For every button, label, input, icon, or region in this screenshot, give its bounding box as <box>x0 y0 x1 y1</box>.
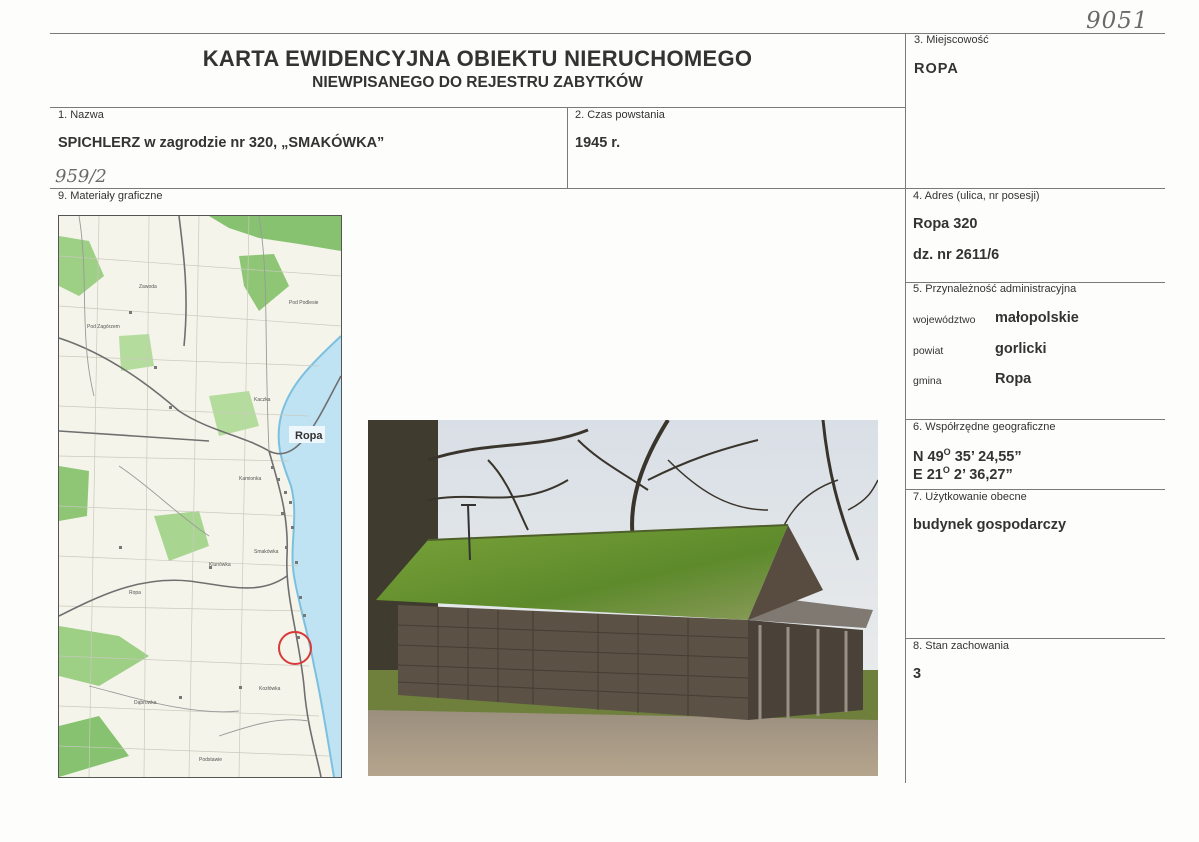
field-label-uzytkowanie: 7. Użytkowanie obecne <box>913 491 1027 503</box>
field-value-nazwa: SPICHLERZ w zagrodzie nr 320, „SMAKÓWKA” <box>58 135 385 151</box>
field-value-stan: 3 <box>913 666 922 682</box>
map-forest-area <box>119 334 154 371</box>
field-label-miejscowosc: 3. Miejscowość <box>914 34 989 46</box>
topographic-map-svg: Pod Zagórzem Pod Podlesie Kaczka Smakówk… <box>59 216 341 777</box>
rule-right-column <box>905 33 906 783</box>
map-place-label: Pod Podlesie <box>289 300 319 306</box>
map-place-label: Zawoda <box>139 284 157 290</box>
rule-name-date <box>567 107 568 188</box>
card-title: KARTA EWIDENCYJNA OBIEKTU NIERUCHOMEGO <box>202 46 753 71</box>
rule-5-6 <box>905 419 1165 420</box>
map-place-label: Podstawie <box>199 757 222 763</box>
field-label-stan: 8. Stan zachowania <box>913 640 1010 652</box>
coord-e: E 21O 2’ 36,27” <box>913 465 1013 483</box>
map-place-label: Kaczka <box>254 397 271 403</box>
photo-road <box>368 710 878 776</box>
field-value-czas: 1945 r. <box>575 135 621 151</box>
map-place-label: Pod Zagórzem <box>87 324 120 330</box>
map-place-label: Smakówka <box>254 549 279 555</box>
powiat-value: gorlicki <box>995 341 1047 357</box>
map-place-label: Kamionka <box>239 476 261 482</box>
map-place-label: Ropa <box>129 590 141 596</box>
map-place-label: Klunówka <box>209 562 231 568</box>
gmina-label: gmina <box>913 375 942 387</box>
rule-row1-bottom <box>50 188 1165 189</box>
map-forest-area <box>59 466 89 521</box>
field-label-czas: 2. Czas powstania <box>575 109 665 121</box>
wojewodztwo-label: województwo <box>913 314 976 326</box>
field-value-adres-2: dz. nr 2611/6 <box>913 247 1000 263</box>
powiat-label: powiat <box>913 345 944 357</box>
town-label: Ropa <box>295 430 323 442</box>
field-label-adres: 4. Adres (ulica, nr posesji) <box>913 190 1040 202</box>
handwritten-reference: 959/2 <box>55 166 107 187</box>
location-map: Pod Zagórzem Pod Podlesie Kaczka Smakówk… <box>58 215 342 778</box>
rule-6-7 <box>905 489 1165 490</box>
photo-illustration <box>368 420 878 776</box>
field-value-miejscowosc: ROPA <box>914 61 959 77</box>
field-label-wspolrzedne: 6. Współrzędne geograficzne <box>913 421 1056 433</box>
field-label-przynaleznosc: 5. Przynależność administracyjna <box>913 283 1077 295</box>
coord-n: N 49O 35’ 24,55” <box>913 447 1022 465</box>
map-place-label: Kozłówka <box>259 686 281 692</box>
rule-top <box>50 33 1165 34</box>
building-photo <box>368 420 878 776</box>
rule-header-bottom <box>50 107 905 108</box>
field-label-nazwa: 1. Nazwa <box>58 109 104 121</box>
field-value-uzytkowanie: budynek gospodarczy <box>913 517 1067 533</box>
gmina-value: Ropa <box>995 371 1032 387</box>
field-value-adres-1: Ropa 320 <box>913 216 978 232</box>
card-subtitle: NIEWPISANEGO DO REJESTRU ZABYTKÓW <box>312 74 643 91</box>
field-label-materialy: 9. Materiały graficzne <box>58 190 163 202</box>
handwritten-number: 9051 <box>1086 8 1149 34</box>
rule-7-8 <box>905 638 1165 639</box>
map-place-label: Dąbrowka <box>134 700 157 706</box>
wojewodztwo-value: małopolskie <box>995 310 1079 326</box>
